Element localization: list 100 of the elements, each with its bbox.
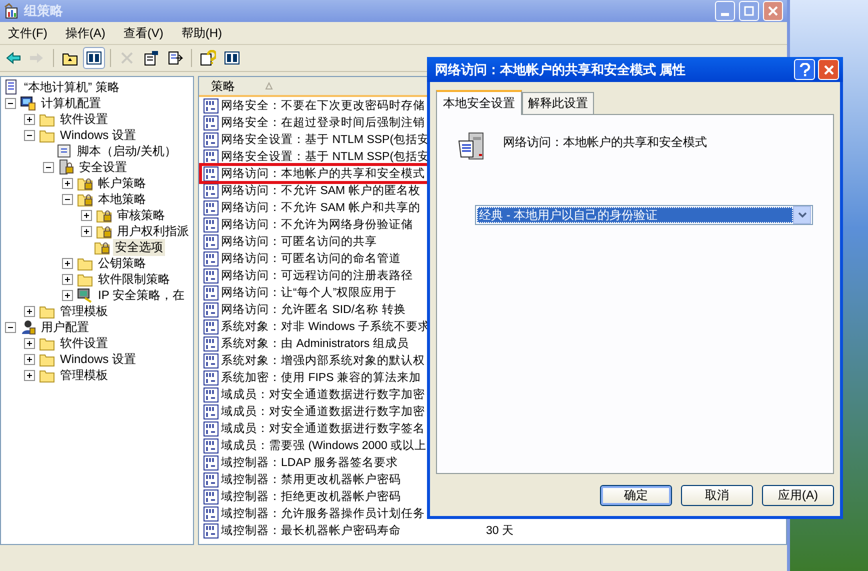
expand-toggle[interactable]: [24, 354, 35, 364]
policy-icon: [203, 318, 219, 334]
collapse-toggle[interactable]: [5, 322, 16, 332]
computer-icon: [20, 95, 36, 111]
expand-toggle[interactable]: [81, 210, 92, 220]
policy-icon: [203, 386, 219, 402]
policy-icon: [203, 472, 219, 488]
collapse-toggle[interactable]: [62, 194, 73, 204]
help-button[interactable]: [794, 59, 815, 80]
tree-item[interactable]: 管理模板: [58, 366, 110, 384]
policy-icon: [203, 268, 219, 284]
tree-item[interactable]: 安全选项: [113, 238, 165, 256]
policy-icon: [203, 438, 219, 454]
policy-name: 网络安全：不要在下次更改密码时存储: [221, 98, 425, 113]
dialog-button[interactable]: 取消: [681, 484, 753, 506]
policy-icon: [203, 234, 219, 250]
expand-toggle[interactable]: [81, 226, 92, 236]
policy-icon: [203, 488, 219, 504]
properties-icon: [143, 50, 159, 66]
policy-name: 网络访问：可远程访问的注册表路径: [221, 268, 413, 283]
back-arrow-icon: [5, 50, 21, 66]
tree-item[interactable]: 软件限制策略: [96, 270, 172, 288]
tree-item[interactable]: 软件设置: [58, 110, 110, 128]
policy-icon: [203, 284, 219, 300]
policy-name: 网络访问：本地帐户的共享和安全模式: [221, 166, 425, 181]
tree-item[interactable]: 用户权利指派: [115, 222, 191, 240]
tree-item[interactable]: 软件设置: [58, 334, 110, 352]
policy-icon: [203, 420, 219, 436]
policy-name: 域控制器：允许服务器操作员计划任务: [221, 506, 425, 521]
policy-name: 网络访问：不允许 SAM 帐户的匿名枚: [221, 183, 420, 198]
tree-item[interactable]: 管理模板: [58, 302, 110, 320]
policy-icon: [203, 454, 219, 470]
dialog-button[interactable]: 应用(A): [762, 484, 834, 506]
policy-icon: [203, 166, 219, 182]
dialog-button[interactable]: 确定: [600, 484, 672, 506]
maximize-icon: [744, 6, 754, 16]
policy-icon: [203, 352, 219, 368]
policy-icon: [203, 506, 219, 522]
policy-name: 系统对象：由 Administrators 组成员: [221, 336, 409, 351]
locked-server-icon: [58, 159, 74, 175]
tree-item[interactable]: 安全设置: [77, 158, 129, 176]
policy-name: 域成员：对安全通道数据进行数字加密: [221, 387, 425, 402]
panes-icon: [86, 50, 102, 66]
tree-item[interactable]: 公钥策略: [96, 254, 148, 272]
toolbar-button[interactable]: [83, 47, 105, 69]
help-icon: [200, 50, 216, 66]
expand-toggle[interactable]: [24, 338, 35, 348]
policy-name: 网络访问：不允许 SAM 帐户和共享的: [221, 200, 420, 215]
minimize-icon: [721, 12, 729, 16]
policy-title: 网络访问：本地帐户的共享和安全模式: [503, 134, 707, 151]
expand-toggle[interactable]: [62, 178, 73, 188]
panes-icon: [224, 50, 240, 66]
collapse-toggle[interactable]: [5, 98, 16, 108]
expand-toggle[interactable]: [62, 274, 73, 284]
tree-item[interactable]: IP 安全策略，在: [96, 286, 186, 304]
tree-item[interactable]: 脚本（启动/关机）: [75, 142, 178, 160]
security-setting: 30 天: [485, 524, 514, 538]
policy-icon: [203, 404, 219, 420]
expand-toggle[interactable]: [62, 258, 73, 268]
policy-icon: [203, 250, 219, 266]
menu-item[interactable]: 文件(F): [6, 24, 50, 42]
menu-item[interactable]: 帮助(H): [179, 24, 224, 42]
close-button[interactable]: [818, 59, 839, 80]
policy-name: 系统对象：增强内部系统对象的默认权: [221, 353, 425, 368]
tree-item[interactable]: 审核策略: [115, 206, 167, 224]
policy-name: 域控制器：最长机器帐户密码寿命: [221, 523, 401, 538]
policy-icon: [203, 132, 219, 148]
tree-item[interactable]: 本地策略: [96, 190, 148, 208]
delete-icon: [119, 50, 135, 66]
policy-name: 域控制器：拒绝更改机器帐户密码: [221, 489, 401, 504]
tab[interactable]: 本地安全设置: [436, 90, 522, 115]
policy-icon: [203, 182, 219, 198]
tree-item[interactable]: “本地计算机” 策略: [22, 78, 122, 96]
menu-item[interactable]: 查看(V): [121, 24, 166, 42]
tree-item[interactable]: Windows 设置: [58, 350, 138, 368]
expand-toggle[interactable]: [24, 370, 35, 380]
close-icon: [822, 64, 834, 76]
close-icon: [768, 6, 778, 16]
document-icon: [56, 143, 72, 159]
close-button[interactable]: [763, 1, 783, 21]
menu-item[interactable]: 操作(A): [63, 24, 108, 42]
tree-item[interactable]: 计算机配置: [39, 94, 103, 112]
tab[interactable]: 解释此设置: [522, 92, 594, 114]
policy-name: 域成员：需要强 (Windows 2000 或以上: [221, 438, 427, 453]
tree-item[interactable]: 用户配置: [39, 318, 91, 336]
user-icon: [20, 319, 36, 335]
collapse-toggle[interactable]: [24, 130, 35, 140]
policy-name: 网络访问：让“每个人”权限应用于: [221, 285, 397, 300]
collapse-toggle[interactable]: [43, 162, 54, 172]
expand-toggle[interactable]: [24, 306, 35, 316]
policy-icon: [203, 216, 219, 232]
tree-item[interactable]: 帐户策略: [96, 174, 148, 192]
expand-toggle[interactable]: [62, 290, 73, 300]
app-icon: [4, 3, 20, 19]
policy-icon: [203, 98, 219, 114]
mode-dropdown[interactable]: 经典 - 本地用户以自己的身份验证: [475, 205, 813, 225]
export-icon: [167, 50, 183, 66]
tree-item[interactable]: Windows 设置: [58, 126, 138, 144]
chevron-down-icon: [798, 212, 806, 218]
expand-toggle[interactable]: [24, 114, 35, 124]
